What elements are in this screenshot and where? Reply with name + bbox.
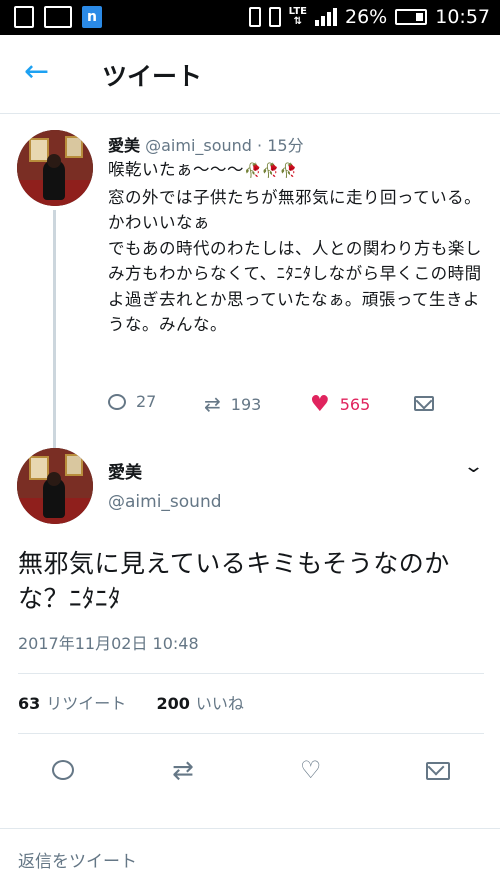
user-handle[interactable]: @aimi_sound [145,136,252,155]
retweets-stat[interactable]: 63 リツイート [18,694,126,713]
retweet-icon: ⇄ [204,392,221,416]
envelope-icon [414,396,434,411]
page-title: ツイート [102,62,203,91]
tweet-timestamp: 2017年11月02日 10:48 [18,634,199,653]
signal-icon [315,8,337,26]
tweet-text: 無邪気に見えているキミもそうなのかな？ﾆﾀﾆﾀ [18,549,450,613]
image-notification-icon [44,6,72,28]
user-handle[interactable]: @aimi_sound [108,492,222,512]
thread-line [53,210,56,450]
back-arrow-icon[interactable]: ← [24,57,49,87]
reply-bar[interactable]: 返信をツイート [0,828,500,890]
app-notification-icon: n [82,6,102,28]
like-button[interactable]: ♡ [300,756,322,784]
like-button[interactable]: ♥ 565 [310,392,370,417]
likes-stat[interactable]: 200 いいね [156,694,243,713]
tweet-text-rest: 窓の外では子供たちが無邪気に走り回っている。かわいいなぁ でもあの時代のわたしは… [108,187,482,335]
tweet-time: · 15分 [257,136,304,155]
tweet-detail-actions: ⇄ ♡ [0,752,500,788]
chevron-down-icon[interactable]: ⌄ [463,456,484,477]
notification-icon [14,6,34,28]
envelope-icon [426,762,450,780]
phone-icon [248,7,261,27]
app-header: ← ツイート [0,35,500,114]
display-name[interactable]: 愛美 [108,458,142,483]
display-name[interactable]: 愛美 [108,136,140,155]
tweet-text-line1: 喉乾いたぁ〜〜〜 [108,160,244,179]
tweet-actions: 27 ⇄ 193 ♥ 565 [108,392,448,420]
dm-button[interactable] [414,396,434,411]
reply-icon [52,760,74,780]
reply-button[interactable] [52,760,74,780]
avatar[interactable] [17,130,93,206]
retweet-button[interactable]: ⇄ 193 [204,392,261,416]
retweet-icon: ⇄ [172,756,194,786]
reply-count: 27 [136,392,157,411]
like-count: 565 [339,395,371,414]
divider [18,673,484,674]
tweet-text: 喉乾いたぁ〜〜〜🥀🥀🥀 窓の外では子供たちが無邪気に走り回っている。かわいいなぁ… [108,157,488,338]
rose-emoji: 🥀🥀🥀 [244,163,298,179]
heart-filled-icon: ♥ [310,392,330,417]
tweet-header: 愛美 @aimi_sound · 15分 [108,132,304,156]
avatar[interactable] [17,448,93,524]
reply-input[interactable]: 返信をツイート [18,847,137,872]
divider [18,733,484,734]
battery-percent: 26% [345,6,388,28]
battery-icon [395,9,428,25]
reply-icon [108,393,126,410]
dm-button[interactable] [426,762,450,780]
retweet-button[interactable]: ⇄ [172,756,194,786]
retweet-count: 193 [230,394,262,414]
reply-button[interactable]: 27 [108,392,156,411]
vibrate-icon [268,7,281,27]
tweet-stats: 63 リツイート 200 いいね [18,690,244,714]
lte-icon: LTE ⇅ [288,6,307,27]
clock: 10:57 [435,6,490,28]
status-bar: n LTE ⇅ 26% 10:57 [0,0,500,35]
heart-outline-icon: ♡ [300,756,322,784]
